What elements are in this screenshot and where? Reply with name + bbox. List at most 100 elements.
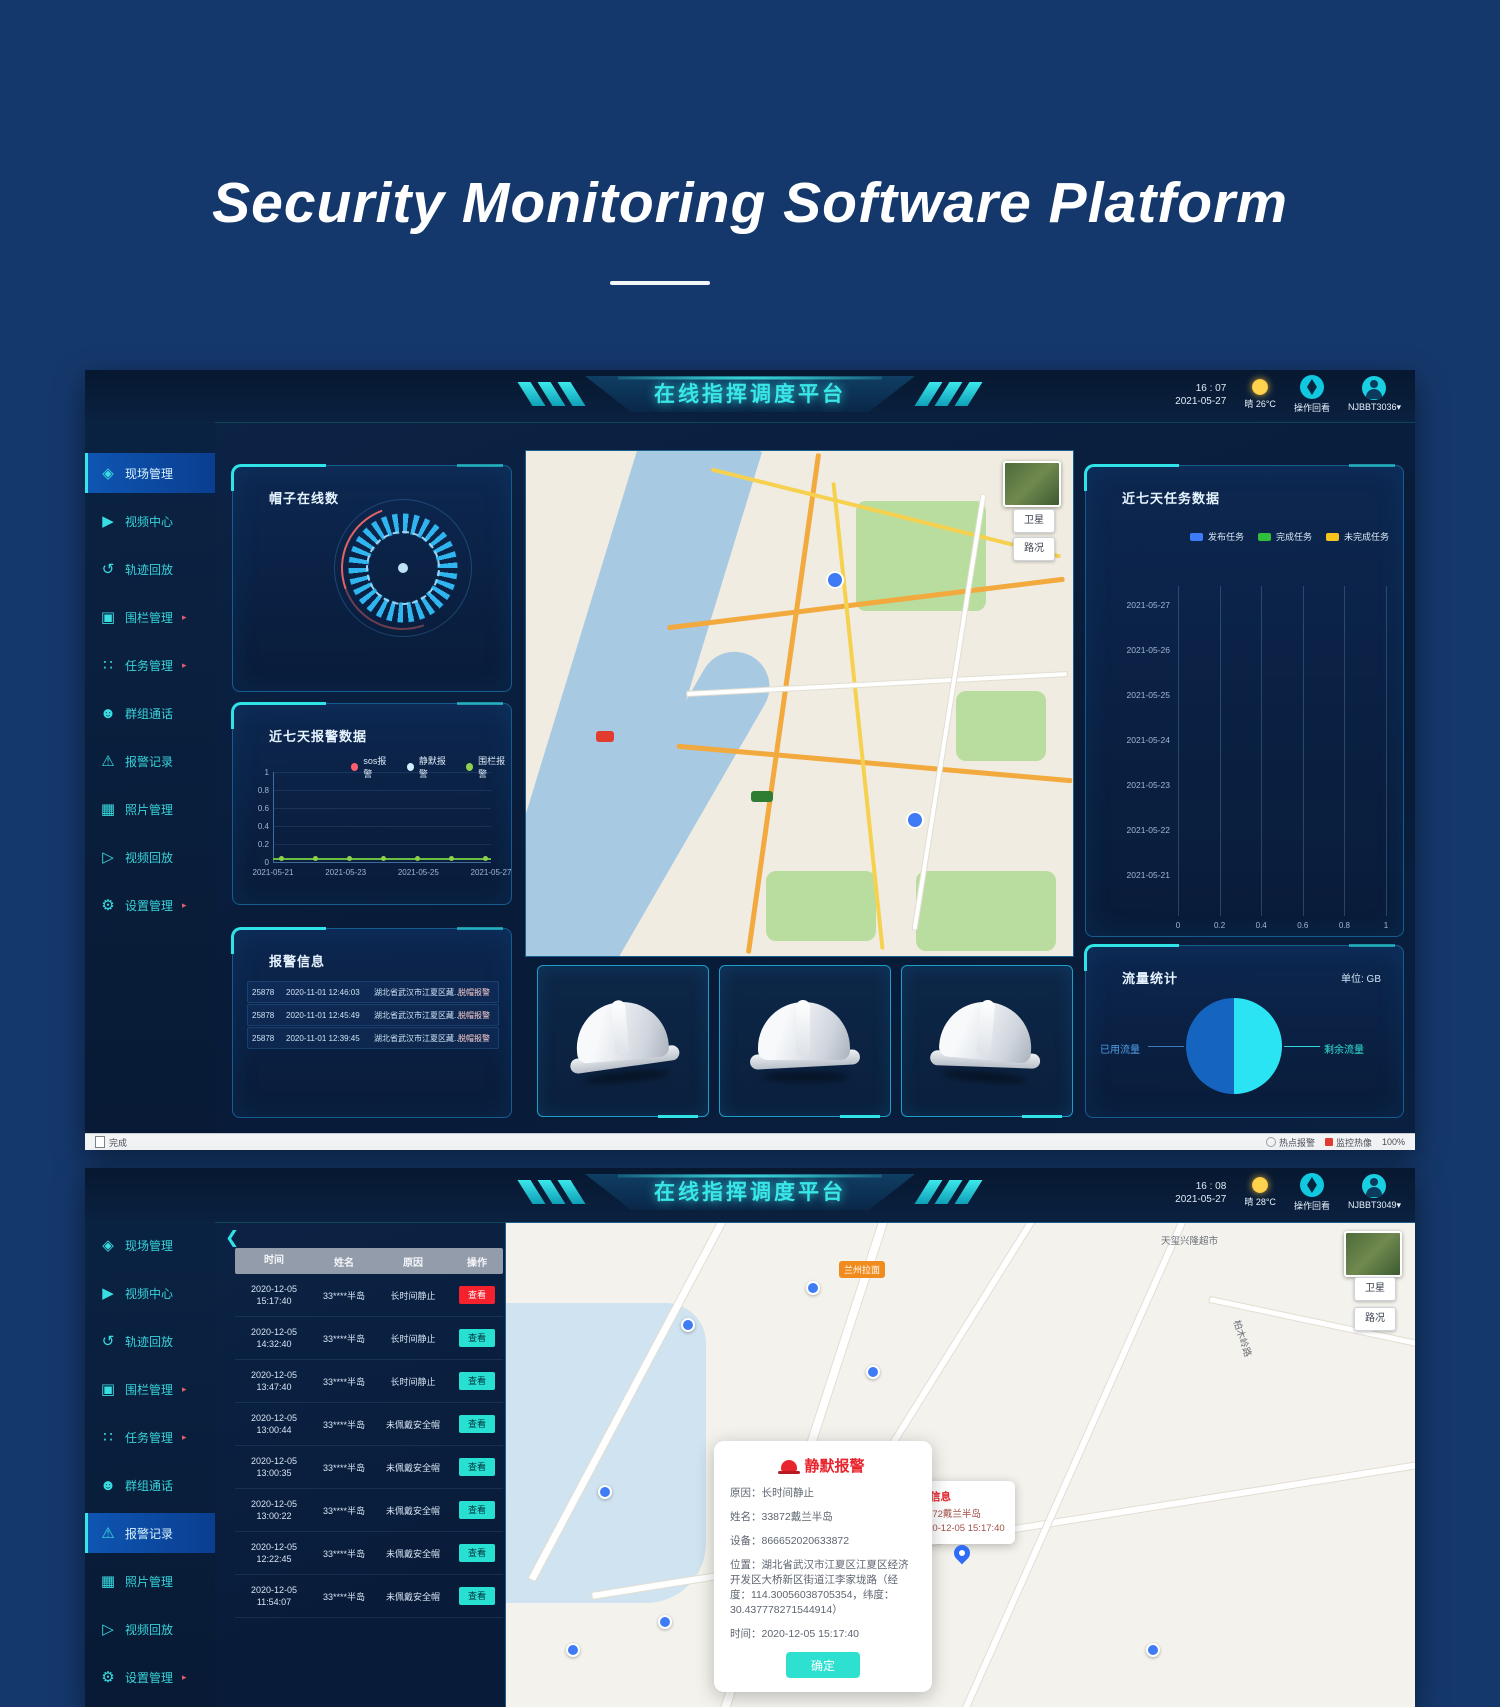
view-button[interactable]: 查看 [459,1415,495,1433]
cell-time-date: 2020-12-05 [250,1542,298,1552]
avatar-icon[interactable] [1362,376,1387,400]
view-button[interactable]: 查看 [459,1458,495,1476]
helmet-card-2[interactable] [719,965,891,1118]
sidebar-item-6[interactable]: ⚠ 报警记录 [85,741,215,781]
sidebar-item-7[interactable]: ▦ 照片管理 [85,1561,215,1601]
silent-alarm-popup: 静默报警 原因：长时间静止 姓名：33872戴兰半岛 设备：866652020633… [714,1441,932,1692]
alarm-info-cell: 湖北省武汉市江夏区藏... [374,1033,458,1043]
sidebar-item-0[interactable]: ◈ 现场管理 [85,1225,215,1265]
panel-task-chart: 近七天任务数据 发布任务 完成任务 未完成任务 2021-05-27 2021-05-… [1084,464,1404,937]
satellite-thumbnail[interactable] [1344,1231,1402,1277]
sidebar-item-3[interactable]: ▣ 围栏管理 ▸ [85,597,215,637]
task-date-label: 2021-05-27 [1126,600,1170,610]
view-button[interactable]: 查看 [459,1544,495,1562]
task-xtick: 0.6 [1297,921,1309,930]
view-button[interactable]: 查看 [459,1286,495,1304]
cell-time-date: 2020-12-05 [250,1327,298,1337]
task-xtick: 0 [1175,921,1181,930]
sidebar-item-3[interactable]: ▣ 围栏管理 ▸ [85,1369,215,1409]
fence-management-icon: ▣ [100,1381,116,1398]
alarm-xtick: 2021-05-21 [252,868,294,877]
fence-alarm-data-point [279,856,284,861]
header-deco-left [517,382,586,406]
map-park [956,691,1046,761]
layer-button-satellite[interactable]: 卫星 [1354,1277,1396,1301]
cell-time: 2020-12-05 14:32:40 [235,1326,313,1350]
map-dash2[interactable]: 天玺兴隆超市 兰州拉面 柏木岭路 卫星 路况 报警设备信息 姓名：33872戴兰… [505,1222,1415,1707]
sidebar-item-8[interactable]: ▷ 视频回放 [85,837,215,877]
sidebar-item-5[interactable]: ☻ 群组通话 [85,1465,215,1505]
cell-time-clock: 13:00:44 [256,1425,292,1435]
dashboard-2-header: 在线指挥调度平台 16 : 08 2021-05-27 晴 28°C 操作回看 … [85,1168,1415,1223]
legend-swatch [1325,532,1339,541]
legend-swatch [406,763,414,771]
group-call-icon: ☻ [100,704,116,722]
header-right-cluster: 16 : 07 2021-05-27 晴 26°C 操作回看 NJBBT3036… [1175,375,1401,414]
sidebar-item-9[interactable]: ⚙ 设置管理 ▸ [85,1657,215,1697]
alarm-ytick: 0.8 [257,786,269,795]
legend-label: 发布任务 [1207,532,1244,542]
video-center-icon: ▶ [102,1285,114,1302]
alarm-info-cell: 脱帽报警 [458,1010,490,1020]
browser-statusbar: 完成 热点报警 监控热像 100% [85,1133,1415,1150]
sidebar-item-2[interactable]: ↺ 轨迹回放 [85,549,215,589]
layer-button-traffic[interactable]: 路况 [1354,1307,1396,1331]
sidebar-item-5[interactable]: ☻ 群组通话 [85,693,215,733]
location-pin-icon[interactable] [950,1541,974,1565]
group-call-icon: ☻ [100,1476,116,1494]
legend-item: 围栏报警 [465,754,511,780]
traffic-pie-chart [1186,998,1282,1094]
confirm-button[interactable]: 确定 [786,1652,860,1678]
alarm-xtick: 2021-05-25 [397,868,439,877]
layer-button-traffic[interactable]: 路况 [1013,537,1055,561]
view-button[interactable]: 查看 [459,1372,495,1390]
sidebar-item-0[interactable]: ◈ 现场管理 [85,453,215,493]
poi-marker [1146,1643,1160,1657]
user-menu[interactable]: NJBBT3036▾ [1348,376,1401,413]
nav-playback[interactable]: 操作回看 [1294,1173,1330,1212]
table-row: 2020-12-05 13:47:40 33****半岛 长时间静止 查看 [235,1360,503,1403]
clock-time: 16 : 08 [1195,1180,1227,1192]
view-button[interactable]: 查看 [459,1501,495,1519]
pie-connector-left [1148,1046,1184,1047]
sidebar-item-8[interactable]: ▷ 视频回放 [85,1609,215,1649]
compass-icon[interactable] [1299,1173,1324,1197]
sidebar-item-6[interactable]: ⚠ 报警记录 [85,1513,215,1553]
legend-label: 完成任务 [1275,532,1312,542]
popup-field-0: 原因：长时间静止 [730,1487,814,1499]
cell-time-date: 2020-12-05 [250,1456,298,1466]
user-menu[interactable]: NJBBT3049▾ [1348,1174,1401,1211]
map-dash1[interactable]: 卫星 路况 [525,450,1074,957]
sidebar-item-1[interactable]: ▶ 视频中心 [85,501,215,541]
satellite-thumbnail[interactable] [1003,461,1061,507]
video-playback-icon: ▷ [102,1621,114,1638]
dashboard-2: 在线指挥调度平台 16 : 08 2021-05-27 晴 28°C 操作回看 … [85,1168,1415,1707]
nav-playback[interactable]: 操作回看 [1294,375,1330,414]
site-management-icon: ◈ [102,465,114,482]
view-button[interactable]: 查看 [459,1587,495,1605]
avatar-icon[interactable] [1362,1174,1387,1198]
sun-icon [1252,379,1269,395]
weather-widget: 晴 26°C [1244,379,1276,410]
helmet-card-1[interactable] [537,965,709,1118]
sidebar-item-4[interactable]: ∷ 任务管理 ▸ [85,645,215,685]
alarm-ytick: 0 [264,858,269,867]
statusbar-done-label: 完成 [109,1137,128,1148]
compass-icon[interactable] [1299,375,1324,399]
sidebar-item-9[interactable]: ⚙ 设置管理 ▸ [85,885,215,925]
layer-button-satellite[interactable]: 卫星 [1013,509,1055,533]
header-right-cluster: 16 : 08 2021-05-27 晴 28°C 操作回看 NJBBT3049… [1175,1173,1401,1212]
sidebar-item-7[interactable]: ▦ 照片管理 [85,789,215,829]
sidebar-item-2[interactable]: ↺ 轨迹回放 [85,1321,215,1361]
track-playback-icon: ↺ [101,561,115,578]
view-button[interactable]: 查看 [459,1329,495,1347]
back-icon[interactable]: ❮ [225,1228,239,1248]
sidebar-item-label: 轨迹回放 [125,1334,174,1349]
cell-time-clock: 11:54:07 [256,1597,292,1607]
helmet-card-3[interactable] [901,965,1073,1118]
cell-time-clock: 13:47:40 [256,1382,292,1392]
sidebar-item-1[interactable]: ▶ 视频中心 [85,1273,215,1313]
column-header-3: 操作 [467,1257,487,1269]
sidebar-item-4[interactable]: ∷ 任务管理 ▸ [85,1417,215,1457]
cell-reason: 未佩戴安全帽 [385,1505,440,1516]
